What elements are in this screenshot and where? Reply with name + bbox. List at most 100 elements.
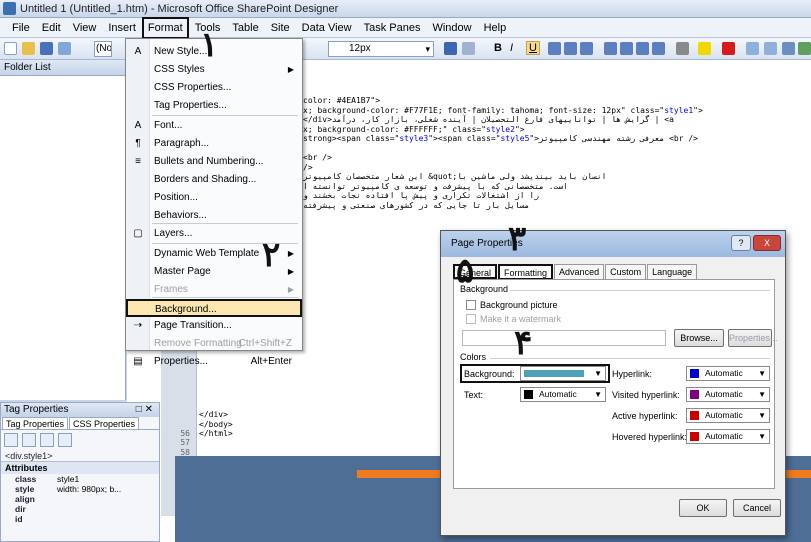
numbering-icon[interactable]: [604, 42, 617, 55]
line-number: [161, 410, 196, 420]
save-icon[interactable]: [40, 42, 53, 55]
attribute-row[interactable]: align: [1, 494, 159, 504]
font-size-select[interactable]: 12px: [328, 41, 434, 57]
font-color-icon[interactable]: [722, 42, 735, 55]
table-icon[interactable]: [746, 42, 759, 55]
new-page-icon[interactable]: [4, 42, 17, 55]
properties-button[interactable]: Properties...: [728, 329, 778, 347]
borders-icon[interactable]: [676, 42, 689, 55]
menu-window[interactable]: Window: [426, 19, 477, 37]
attribute-row[interactable]: dir: [1, 504, 159, 514]
redo-icon[interactable]: [462, 42, 475, 55]
layer-icon[interactable]: [764, 42, 777, 55]
menu-view[interactable]: View: [67, 19, 103, 37]
menu-item-tag-properties[interactable]: Tag Properties...: [154, 97, 298, 115]
menu-separator: [152, 223, 298, 224]
decrease-indent-icon[interactable]: [636, 42, 649, 55]
align-left-icon[interactable]: [548, 42, 561, 55]
attribute-row[interactable]: class style1: [1, 474, 159, 484]
hyperlink-color-value: Automatic: [705, 368, 743, 378]
menu-item-properties[interactable]: Properties... Alt+Enter: [154, 353, 298, 371]
menu-site[interactable]: Site: [265, 19, 296, 37]
menu-file[interactable]: File: [6, 19, 36, 37]
tab-custom[interactable]: Custom: [605, 264, 647, 279]
close-icon[interactable]: □ ✕: [136, 403, 153, 417]
sort-icon[interactable]: [22, 433, 36, 447]
underline-button[interactable]: U: [526, 41, 540, 55]
menu-format[interactable]: Format: [141, 16, 189, 39]
menu-item-remove-formatting[interactable]: Remove Formatting Ctrl+Shift+Z: [154, 335, 298, 353]
attribute-row[interactable]: style width: 980px; b...: [1, 484, 159, 494]
undo-icon[interactable]: [444, 42, 457, 55]
menu-task-panes[interactable]: Task Panes: [358, 19, 427, 37]
menu-data-view[interactable]: Data View: [296, 19, 358, 37]
tab-advanced[interactable]: Advanced: [554, 264, 605, 279]
menu-table[interactable]: Table: [226, 19, 264, 37]
tab-tag-properties[interactable]: Tag Properties: [2, 417, 69, 429]
active-hyperlink-color-select[interactable]: Automatic ▼: [686, 408, 770, 423]
code-line: است. متخصصانی که با پیشرفت و توسعه ی کام…: [303, 181, 568, 191]
menu-item-new-style[interactable]: New Style...: [154, 43, 298, 61]
code-line: </div>گرایش ها | تواناییهای فارغ التحصیل…: [303, 115, 674, 124]
ok-button[interactable]: OK: [679, 499, 727, 517]
attribute-value[interactable]: style1: [57, 474, 159, 484]
attribute-value[interactable]: width: 980px; b...: [57, 484, 159, 494]
tab-language[interactable]: Language: [647, 264, 698, 279]
attribute-value[interactable]: [57, 504, 159, 514]
menu-item-background[interactable]: Background...: [126, 299, 302, 317]
style-select[interactable]: (No: [94, 41, 112, 57]
code-line: color: #4EA1B7">: [303, 96, 381, 105]
attribute-row[interactable]: id: [1, 514, 159, 524]
publish-icon[interactable]: [58, 42, 71, 55]
menu-item-bullets-and-numbering[interactable]: Bullets and Numbering...: [154, 153, 298, 171]
menu-item-paragraph[interactable]: Paragraph...: [154, 135, 298, 153]
increase-indent-icon[interactable]: [652, 42, 665, 55]
hovered-hyperlink-color-select[interactable]: Automatic ▼: [686, 429, 770, 444]
bullets-icon[interactable]: [620, 42, 633, 55]
attribute-value[interactable]: [57, 514, 159, 524]
menu-item-label: Borders and Shading...: [154, 174, 257, 185]
tag-icon[interactable]: [58, 433, 72, 447]
menu-insert[interactable]: Insert: [102, 19, 142, 37]
text-color-select[interactable]: Automatic ▼: [520, 387, 606, 402]
open-folder-icon[interactable]: [22, 42, 35, 55]
menu-item-css-properties[interactable]: CSS Properties...: [154, 79, 298, 97]
align-center-icon[interactable]: [564, 42, 577, 55]
help-button[interactable]: ?: [731, 235, 751, 251]
tab-formatting[interactable]: Formatting: [498, 264, 554, 280]
background-picture-path-input[interactable]: [462, 330, 666, 346]
chevron-down-icon: ▼: [594, 390, 602, 399]
hyperlink-color-select[interactable]: Automatic ▼: [686, 366, 770, 381]
watermark-checkbox[interactable]: [466, 314, 476, 324]
close-button[interactable]: X: [753, 235, 781, 251]
menu-help[interactable]: Help: [478, 19, 513, 37]
background-picture-checkbox[interactable]: [466, 300, 476, 310]
menu-item-label: Layers...: [154, 228, 193, 239]
bold-button[interactable]: B: [494, 42, 502, 54]
visited-hyperlink-color-select[interactable]: Automatic ▼: [686, 387, 770, 402]
attribute-value[interactable]: [57, 494, 159, 504]
menu-item-font[interactable]: Font...: [154, 117, 298, 135]
background-color-select[interactable]: ▼: [520, 366, 606, 381]
menu-item-label: Master Page: [154, 266, 211, 277]
menu-item-page-transition[interactable]: Page Transition...: [154, 317, 298, 335]
cancel-button[interactable]: Cancel: [733, 499, 781, 517]
insert-icon[interactable]: [798, 42, 811, 55]
code-line: x; background-color: #F77F1E; font-famil…: [303, 105, 703, 115]
menu-item-borders-and-shading[interactable]: Borders and Shading...: [154, 171, 298, 189]
categorized-icon[interactable]: [4, 433, 18, 447]
show-set-icon[interactable]: [40, 433, 54, 447]
align-right-icon[interactable]: [580, 42, 593, 55]
menu-item-label: Position...: [154, 192, 198, 203]
menu-edit[interactable]: Edit: [36, 19, 67, 37]
menu-item-position[interactable]: Position...: [154, 189, 298, 207]
highlight-color-icon[interactable]: [698, 42, 711, 55]
browse-button[interactable]: Browse...: [674, 329, 724, 347]
menu-item-css-styles[interactable]: CSS Styles ▶: [154, 61, 298, 79]
step-number-3: ۳: [508, 220, 527, 258]
tab-css-properties[interactable]: CSS Properties: [69, 417, 140, 429]
visited-color-value: Automatic: [705, 389, 743, 399]
italic-button[interactable]: I: [510, 42, 513, 54]
line-number: [161, 372, 196, 382]
picture-icon[interactable]: [782, 42, 795, 55]
